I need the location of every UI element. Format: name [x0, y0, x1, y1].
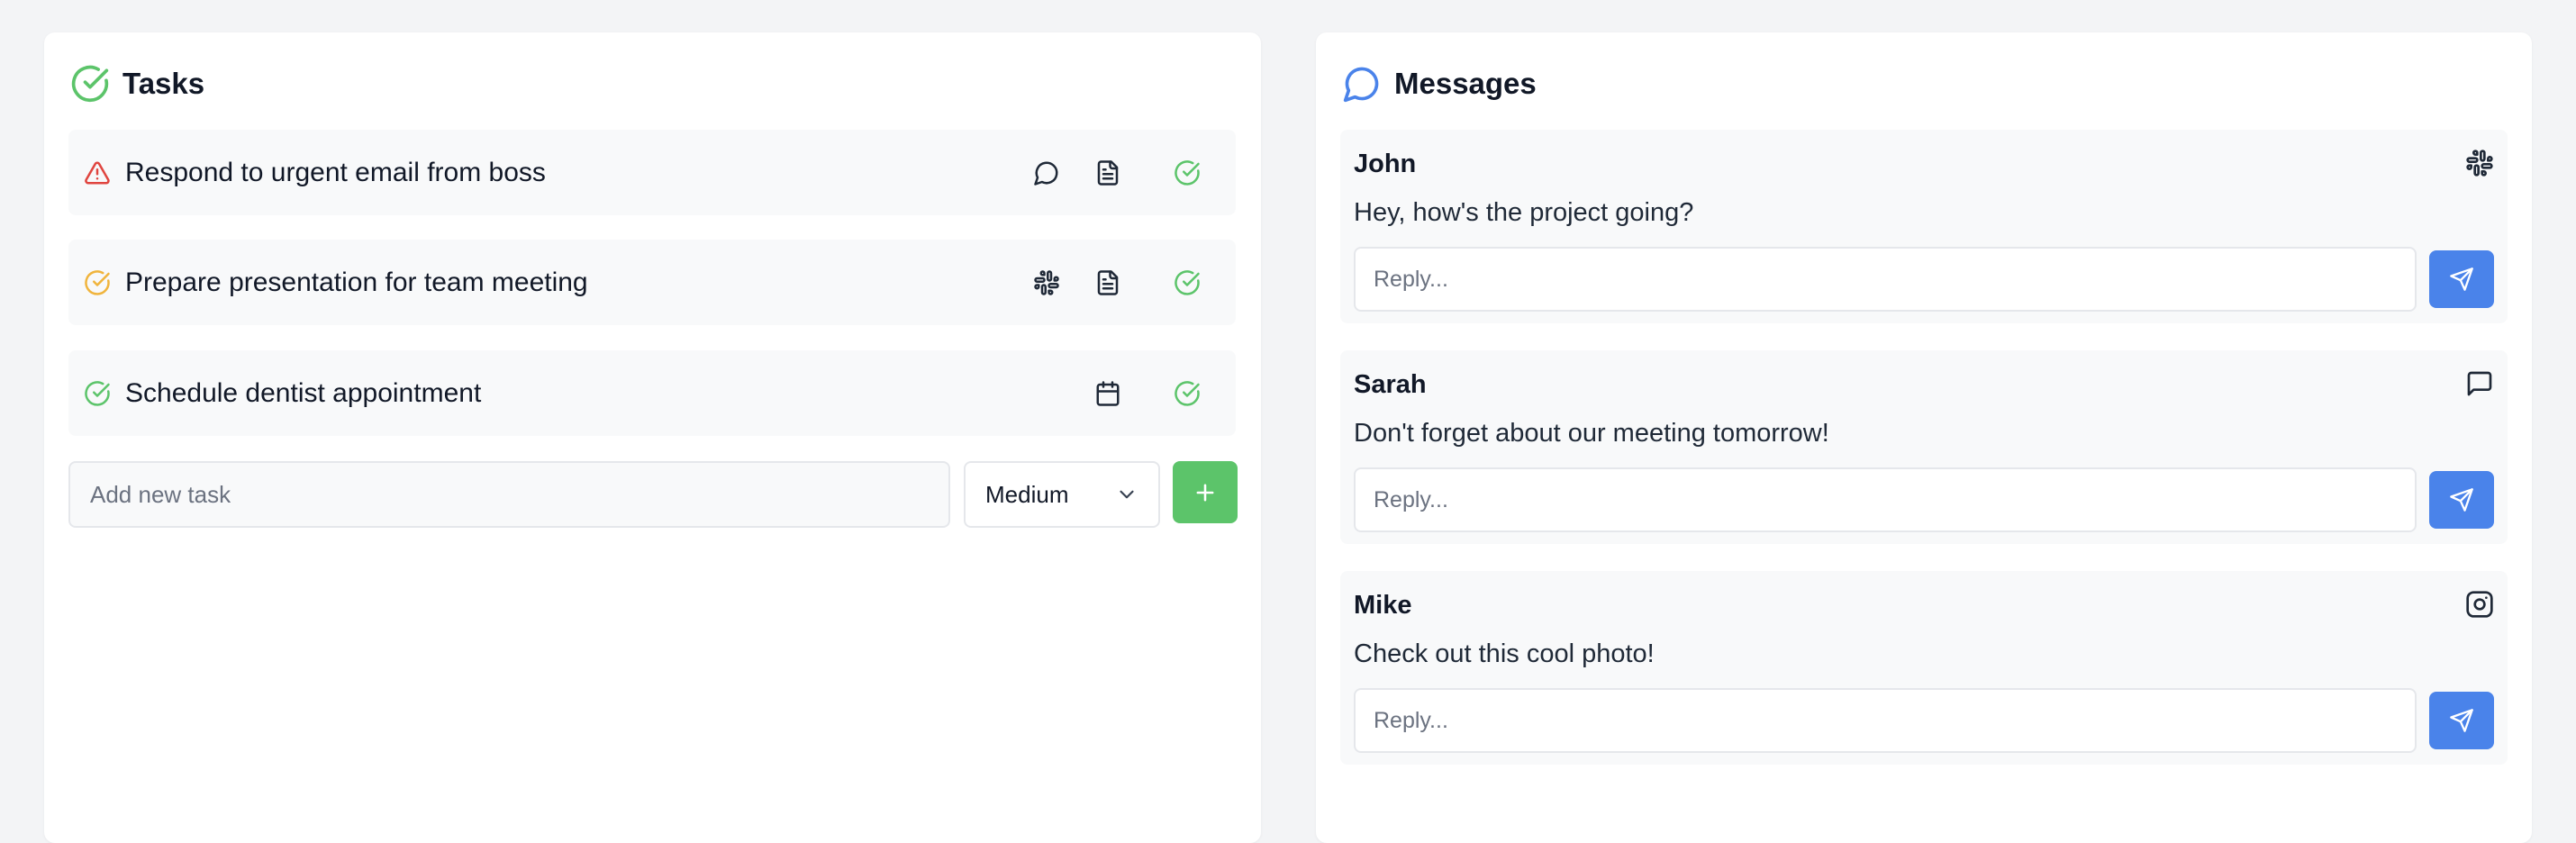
priority-select-value: Medium — [985, 480, 1069, 508]
task-text: Prepare presentation for team meeting — [125, 267, 588, 297]
message-text: Check out this cool photo! — [1354, 639, 1655, 668]
message-card: John Hey, how's the project going? — [1340, 130, 2508, 323]
priority-select[interactable]: Medium — [964, 461, 1160, 528]
message-sender: Mike — [1354, 591, 1412, 620]
check-circle-icon — [1175, 159, 1200, 186]
reply-input[interactable] — [1354, 688, 2417, 753]
document-icon[interactable] — [1093, 158, 1123, 188]
message-sender: Sarah — [1354, 370, 1427, 399]
chat-bubble-icon — [1342, 64, 1382, 104]
document-icon[interactable] — [1093, 267, 1123, 298]
chat-bubble-icon[interactable] — [1031, 158, 1062, 188]
task-text: Respond to urgent email from boss — [125, 157, 546, 187]
instagram-icon — [2465, 590, 2494, 619]
complete-task-button[interactable] — [1172, 267, 1202, 298]
send-icon — [2450, 488, 2473, 512]
messages-header: Messages — [1342, 61, 1537, 106]
task-row: Respond to urgent email from boss — [68, 130, 1236, 215]
messages-panel: Messages John Hey, how's the project goi… — [1316, 32, 2532, 843]
message-text: Don't forget about our meeting tomorrow! — [1354, 419, 1829, 448]
task-text: Schedule dentist appointment — [125, 377, 482, 408]
message-square-icon — [2465, 369, 2494, 398]
send-reply-button[interactable] — [2429, 250, 2494, 308]
chevron-down-icon — [1115, 483, 1138, 506]
new-task-form: Medium — [68, 461, 1238, 528]
add-task-button[interactable] — [1173, 461, 1238, 523]
task-row: Prepare presentation for team meeting — [68, 240, 1236, 325]
tasks-title: Tasks — [122, 67, 205, 100]
message-text: Hey, how's the project going? — [1354, 198, 1694, 227]
check-circle-icon — [1175, 269, 1200, 295]
message-card: Mike Check out this cool photo! — [1340, 571, 2508, 765]
check-circle-icon — [84, 269, 111, 296]
reply-input[interactable] — [1354, 247, 2417, 312]
messages-title: Messages — [1394, 67, 1537, 100]
check-circle-icon — [84, 380, 111, 407]
task-row: Schedule dentist appointment — [68, 350, 1236, 436]
new-task-input[interactable] — [68, 461, 950, 528]
check-circle-icon — [1175, 380, 1200, 406]
send-reply-button[interactable] — [2429, 692, 2494, 749]
slack-icon — [2465, 149, 2494, 177]
check-circle-icon — [70, 64, 110, 104]
slack-icon[interactable] — [1031, 267, 1062, 298]
tasks-panel: Tasks Respond to urgent email from boss … — [44, 32, 1261, 843]
send-reply-button[interactable] — [2429, 471, 2494, 529]
message-card: Sarah Don't forget about our meeting tom… — [1340, 350, 2508, 544]
send-icon — [2450, 709, 2473, 732]
calendar-icon[interactable] — [1093, 378, 1123, 409]
tasks-header: Tasks — [70, 61, 204, 106]
complete-task-button[interactable] — [1172, 378, 1202, 409]
reply-input[interactable] — [1354, 467, 2417, 532]
alert-triangle-icon — [84, 159, 111, 186]
send-icon — [2450, 267, 2473, 291]
message-sender: John — [1354, 150, 1417, 178]
complete-task-button[interactable] — [1172, 158, 1202, 188]
plus-icon — [1196, 484, 1214, 501]
